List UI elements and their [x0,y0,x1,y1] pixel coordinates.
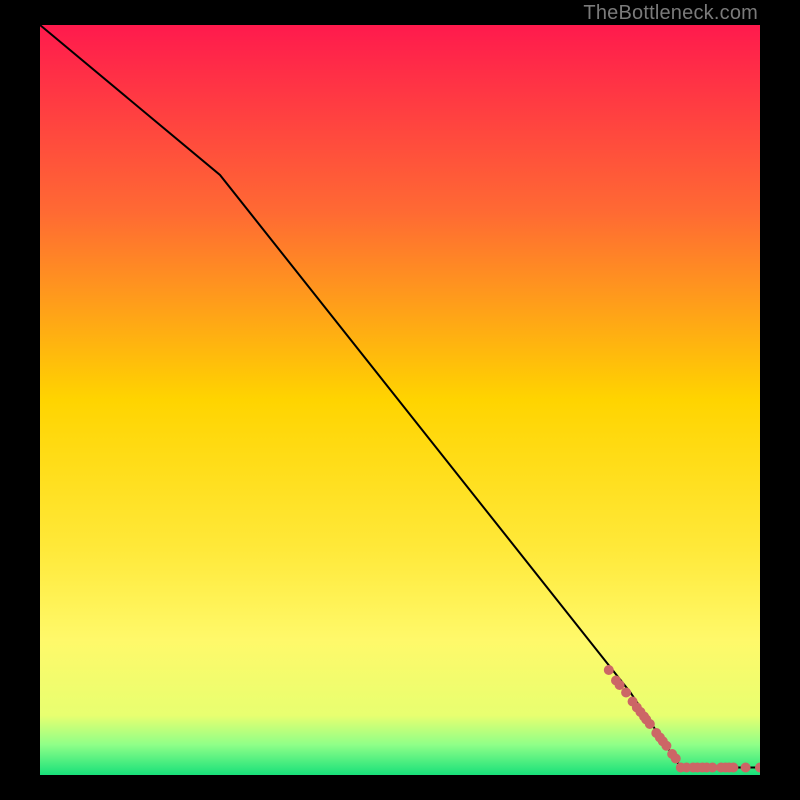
data-point [661,741,671,751]
chart-svg [40,25,760,775]
chart-frame: TheBottleneck.com [0,0,800,800]
chart-plot-area [40,25,760,775]
data-point [728,763,738,773]
attribution-label: TheBottleneck.com [583,2,758,25]
data-point [604,665,614,675]
data-point [671,754,681,764]
data-point [621,688,631,698]
chart-background [40,25,760,775]
data-point [707,763,717,773]
data-point [741,763,751,773]
data-point [645,719,655,729]
